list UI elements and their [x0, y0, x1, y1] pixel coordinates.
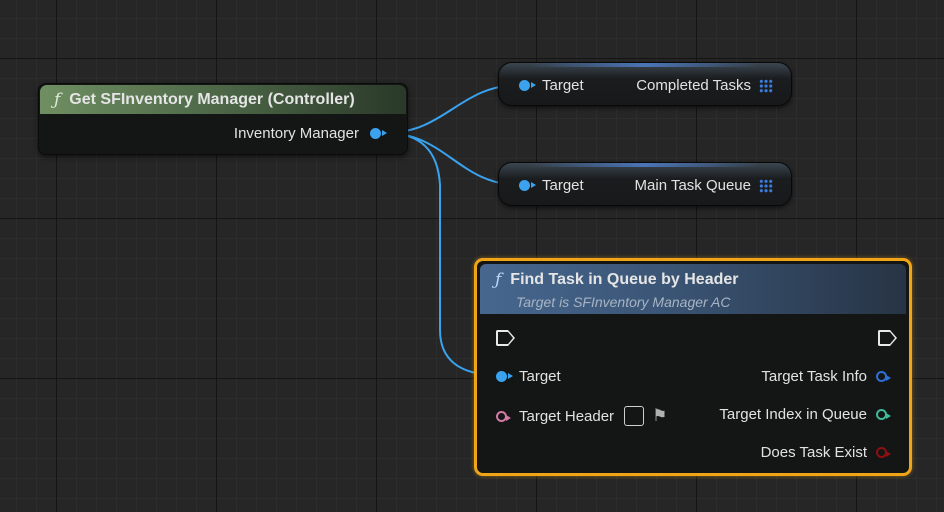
get-inventory-manager-node[interactable]: ƒ Get SFInventory Manager (Controller) I…	[38, 83, 408, 155]
get-node-header[interactable]: ƒ Get SFInventory Manager (Controller)	[40, 85, 406, 114]
text-input-pin-icon[interactable]	[496, 410, 511, 422]
bool-output-pin-icon[interactable]	[876, 447, 891, 458]
main-task-queue-node[interactable]: Target Main Task Queue	[498, 162, 792, 206]
function-f-icon: ƒ	[495, 270, 502, 290]
find-target-pin-row[interactable]: Target	[496, 368, 561, 385]
completed-tasks-label: Completed Tasks	[636, 77, 751, 94]
completed-tasks-output-row[interactable]: Completed Tasks	[636, 77, 773, 94]
completed-target-label: Target	[542, 77, 584, 94]
target-header-value-box[interactable]	[624, 406, 645, 426]
find-task-in-queue-node[interactable]: ƒ Find Task in Queue by Header Target is…	[474, 258, 912, 476]
main-task-queue-output-row[interactable]: Main Task Queue	[635, 177, 773, 194]
exec-input-icon[interactable]	[496, 330, 515, 346]
main-task-queue-label: Main Task Queue	[634, 177, 751, 194]
completed-target-pin-row[interactable]: Target	[519, 77, 584, 94]
does-task-exist-label: Does Task Exist	[760, 444, 867, 461]
flag-icon[interactable]: ⚑	[652, 406, 667, 426]
queue-target-label: Target	[542, 177, 584, 194]
exec-output-icon[interactable]	[878, 330, 897, 346]
get-node-title: Get SFInventory Manager (Controller)	[69, 90, 355, 108]
find-node-title: Find Task in Queue by Header	[510, 271, 739, 288]
inventory-manager-output-pin-row[interactable]: Inventory Manager	[233, 125, 387, 142]
array-grid-icon[interactable]	[759, 78, 773, 93]
object-output-pin-icon[interactable]	[370, 128, 387, 139]
completed-tasks-node[interactable]: Target Completed Tasks	[498, 62, 792, 106]
find-node-subtitle: Target is SFInventory Manager AC	[516, 294, 731, 310]
find-node-header[interactable]: ƒ Find Task in Queue by Header Target is…	[480, 264, 906, 314]
target-task-info-row[interactable]: Target Task Info	[761, 368, 891, 385]
does-task-exist-row[interactable]: Does Task Exist	[760, 444, 891, 461]
target-index-row[interactable]: Target Index in Queue	[719, 406, 891, 423]
array-grid-icon[interactable]	[759, 178, 773, 193]
int-output-pin-icon[interactable]	[876, 409, 891, 420]
find-target-label: Target	[519, 368, 561, 385]
queue-target-pin-row[interactable]: Target	[519, 177, 584, 194]
struct-output-pin-icon[interactable]	[876, 371, 891, 382]
inventory-manager-label: Inventory Manager	[233, 125, 359, 142]
target-index-label: Target Index in Queue	[719, 406, 867, 423]
target-header-label: Target Header	[519, 407, 615, 425]
function-f-icon: ƒ	[54, 89, 61, 110]
target-task-info-label: Target Task Info	[761, 368, 867, 385]
target-input-pin-icon[interactable]	[519, 80, 536, 91]
target-header-pin-row[interactable]: Target Header ⚑	[496, 406, 667, 426]
target-input-pin-icon[interactable]	[519, 180, 536, 191]
target-input-pin-icon[interactable]	[496, 371, 513, 382]
